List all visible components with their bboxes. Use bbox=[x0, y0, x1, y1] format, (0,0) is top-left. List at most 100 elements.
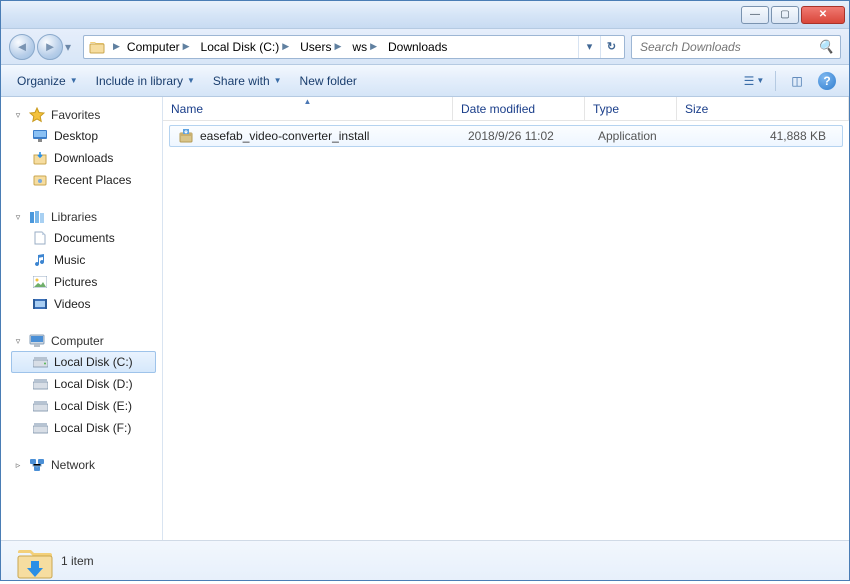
nav-item-music[interactable]: Music bbox=[11, 249, 156, 271]
nav-item-local-disk-f[interactable]: Local Disk (F:) bbox=[11, 417, 156, 439]
forward-button[interactable]: ► bbox=[37, 34, 63, 60]
nav-history-dropdown[interactable]: ▾ bbox=[65, 40, 77, 54]
address-row: ◄ ► ▾ ▶ Computer▶ Local Disk (C:)▶ Users… bbox=[1, 29, 849, 65]
toolbar-label: Include in library bbox=[96, 74, 183, 88]
address-dropdown-button[interactable]: ▾ bbox=[578, 36, 600, 58]
nav-item-desktop[interactable]: Desktop bbox=[11, 125, 156, 147]
nav-item-local-disk-d[interactable]: Local Disk (D:) bbox=[11, 373, 156, 395]
nav-label: Network bbox=[51, 458, 95, 472]
installer-icon bbox=[178, 128, 194, 144]
nav-label: Documents bbox=[54, 231, 115, 245]
nav-item-videos[interactable]: Videos bbox=[11, 293, 156, 315]
nav-buttons: ◄ ► ▾ bbox=[9, 34, 77, 60]
column-label: Size bbox=[685, 102, 708, 116]
breadcrumb-users[interactable]: Users▶ bbox=[296, 36, 348, 58]
file-list: easefab_video-converter_install 2018/9/2… bbox=[163, 121, 849, 151]
chevron-right-icon: ▶ bbox=[331, 41, 344, 52]
new-folder-button[interactable]: New folder bbox=[294, 70, 363, 92]
breadcrumb-computer[interactable]: Computer▶ bbox=[123, 36, 197, 58]
window-titlebar: — ▢ ✕ bbox=[1, 1, 849, 29]
nav-item-local-disk-c[interactable]: Local Disk (C:) bbox=[11, 351, 156, 373]
chevron-down-icon: ▼ bbox=[756, 76, 764, 85]
share-with-button[interactable]: Share with ▼ bbox=[207, 70, 288, 92]
column-size[interactable]: Size bbox=[677, 97, 849, 120]
expand-icon: ▹ bbox=[13, 460, 23, 471]
chevron-down-icon: ▼ bbox=[274, 76, 282, 85]
nav-item-downloads[interactable]: Downloads bbox=[11, 147, 156, 169]
column-label: Date modified bbox=[461, 102, 535, 116]
videos-icon bbox=[32, 296, 48, 312]
nav-label: Downloads bbox=[54, 151, 113, 165]
chevron-down-icon: ▼ bbox=[187, 76, 195, 85]
nav-label: Music bbox=[54, 253, 85, 267]
chevron-right-icon: ▶ bbox=[180, 41, 193, 52]
search-icon: 🔍 bbox=[818, 39, 834, 55]
separator bbox=[775, 71, 776, 91]
view-options-button[interactable]: ☰▼ bbox=[742, 70, 766, 92]
address-bar[interactable]: ▶ Computer▶ Local Disk (C:)▶ Users▶ ws▶ … bbox=[83, 35, 625, 59]
breadcrumb-label: Local Disk (C:) bbox=[201, 40, 280, 54]
refresh-button[interactable]: ↻ bbox=[600, 36, 622, 58]
preview-pane-button[interactable]: ◫ bbox=[785, 70, 809, 92]
nav-header-favorites[interactable]: ▿ Favorites bbox=[11, 105, 162, 125]
minimize-button[interactable]: — bbox=[741, 6, 769, 24]
close-button[interactable]: ✕ bbox=[801, 6, 845, 24]
file-name-cell: easefab_video-converter_install bbox=[170, 128, 460, 144]
nav-label: Videos bbox=[54, 297, 90, 311]
back-button[interactable]: ◄ bbox=[9, 34, 35, 60]
column-label: Type bbox=[593, 102, 619, 116]
column-date-modified[interactable]: Date modified bbox=[453, 97, 585, 120]
breadcrumb-label: Computer bbox=[127, 40, 180, 54]
help-button[interactable]: ? bbox=[815, 70, 839, 92]
drive-icon bbox=[32, 376, 48, 392]
search-box[interactable]: 🔍 bbox=[631, 35, 841, 59]
nav-item-documents[interactable]: Documents bbox=[11, 227, 156, 249]
search-input[interactable] bbox=[638, 39, 814, 55]
libraries-icon bbox=[29, 209, 45, 225]
nav-header-computer[interactable]: ▿ Computer bbox=[11, 331, 162, 351]
navigation-pane: ▿ Favorites Desktop Downloads Recent Pla… bbox=[1, 97, 163, 540]
content-pane: Name ▲ Date modified Type Size easefab_v… bbox=[163, 97, 849, 540]
column-type[interactable]: Type bbox=[585, 97, 677, 120]
nav-label: Local Disk (D:) bbox=[54, 377, 133, 391]
address-right-buttons: ▾ ↻ bbox=[578, 36, 622, 58]
column-headers: Name ▲ Date modified Type Size bbox=[163, 97, 849, 121]
network-icon bbox=[29, 457, 45, 473]
nav-label: Pictures bbox=[54, 275, 97, 289]
nav-item-local-disk-e[interactable]: Local Disk (E:) bbox=[11, 395, 156, 417]
downloads-icon bbox=[32, 150, 48, 166]
nav-label: Local Disk (C:) bbox=[54, 355, 133, 369]
music-icon bbox=[32, 252, 48, 268]
nav-item-recent-places[interactable]: Recent Places bbox=[11, 169, 156, 191]
breadcrumb-local-disk-c[interactable]: Local Disk (C:)▶ bbox=[197, 36, 297, 58]
drive-icon bbox=[32, 398, 48, 414]
breadcrumb-root-arrow[interactable]: ▶ bbox=[110, 41, 123, 52]
help-icon: ? bbox=[818, 72, 836, 90]
toolbar-label: Share with bbox=[213, 74, 270, 88]
drive-icon bbox=[32, 354, 48, 370]
organize-button[interactable]: Organize▼ bbox=[11, 70, 84, 92]
include-in-library-button[interactable]: Include in library ▼ bbox=[90, 70, 201, 92]
file-type: Application bbox=[590, 129, 682, 143]
toolbar: Organize▼ Include in library▼ Share with… bbox=[1, 65, 849, 97]
nav-header-libraries[interactable]: ▿ Libraries bbox=[11, 207, 162, 227]
nav-label: Local Disk (E:) bbox=[54, 399, 132, 413]
folder-icon bbox=[88, 39, 106, 55]
star-icon bbox=[29, 107, 45, 123]
file-row[interactable]: easefab_video-converter_install 2018/9/2… bbox=[169, 125, 843, 147]
drive-icon bbox=[32, 420, 48, 436]
column-name[interactable]: Name ▲ bbox=[163, 97, 453, 120]
nav-label: Computer bbox=[51, 334, 104, 348]
big-folder-icon bbox=[15, 547, 47, 575]
window-controls: — ▢ ✕ bbox=[741, 6, 845, 24]
status-bar: 1 item bbox=[1, 540, 849, 580]
status-text: 1 item bbox=[61, 554, 94, 568]
breadcrumb-label: Users bbox=[300, 40, 331, 54]
toolbar-label: Organize bbox=[17, 74, 66, 88]
nav-header-network[interactable]: ▹ Network bbox=[11, 455, 162, 475]
breadcrumb-ws[interactable]: ws▶ bbox=[348, 36, 384, 58]
desktop-icon bbox=[32, 128, 48, 144]
nav-item-pictures[interactable]: Pictures bbox=[11, 271, 156, 293]
maximize-button[interactable]: ▢ bbox=[771, 6, 799, 24]
breadcrumb-downloads[interactable]: Downloads bbox=[384, 36, 451, 58]
